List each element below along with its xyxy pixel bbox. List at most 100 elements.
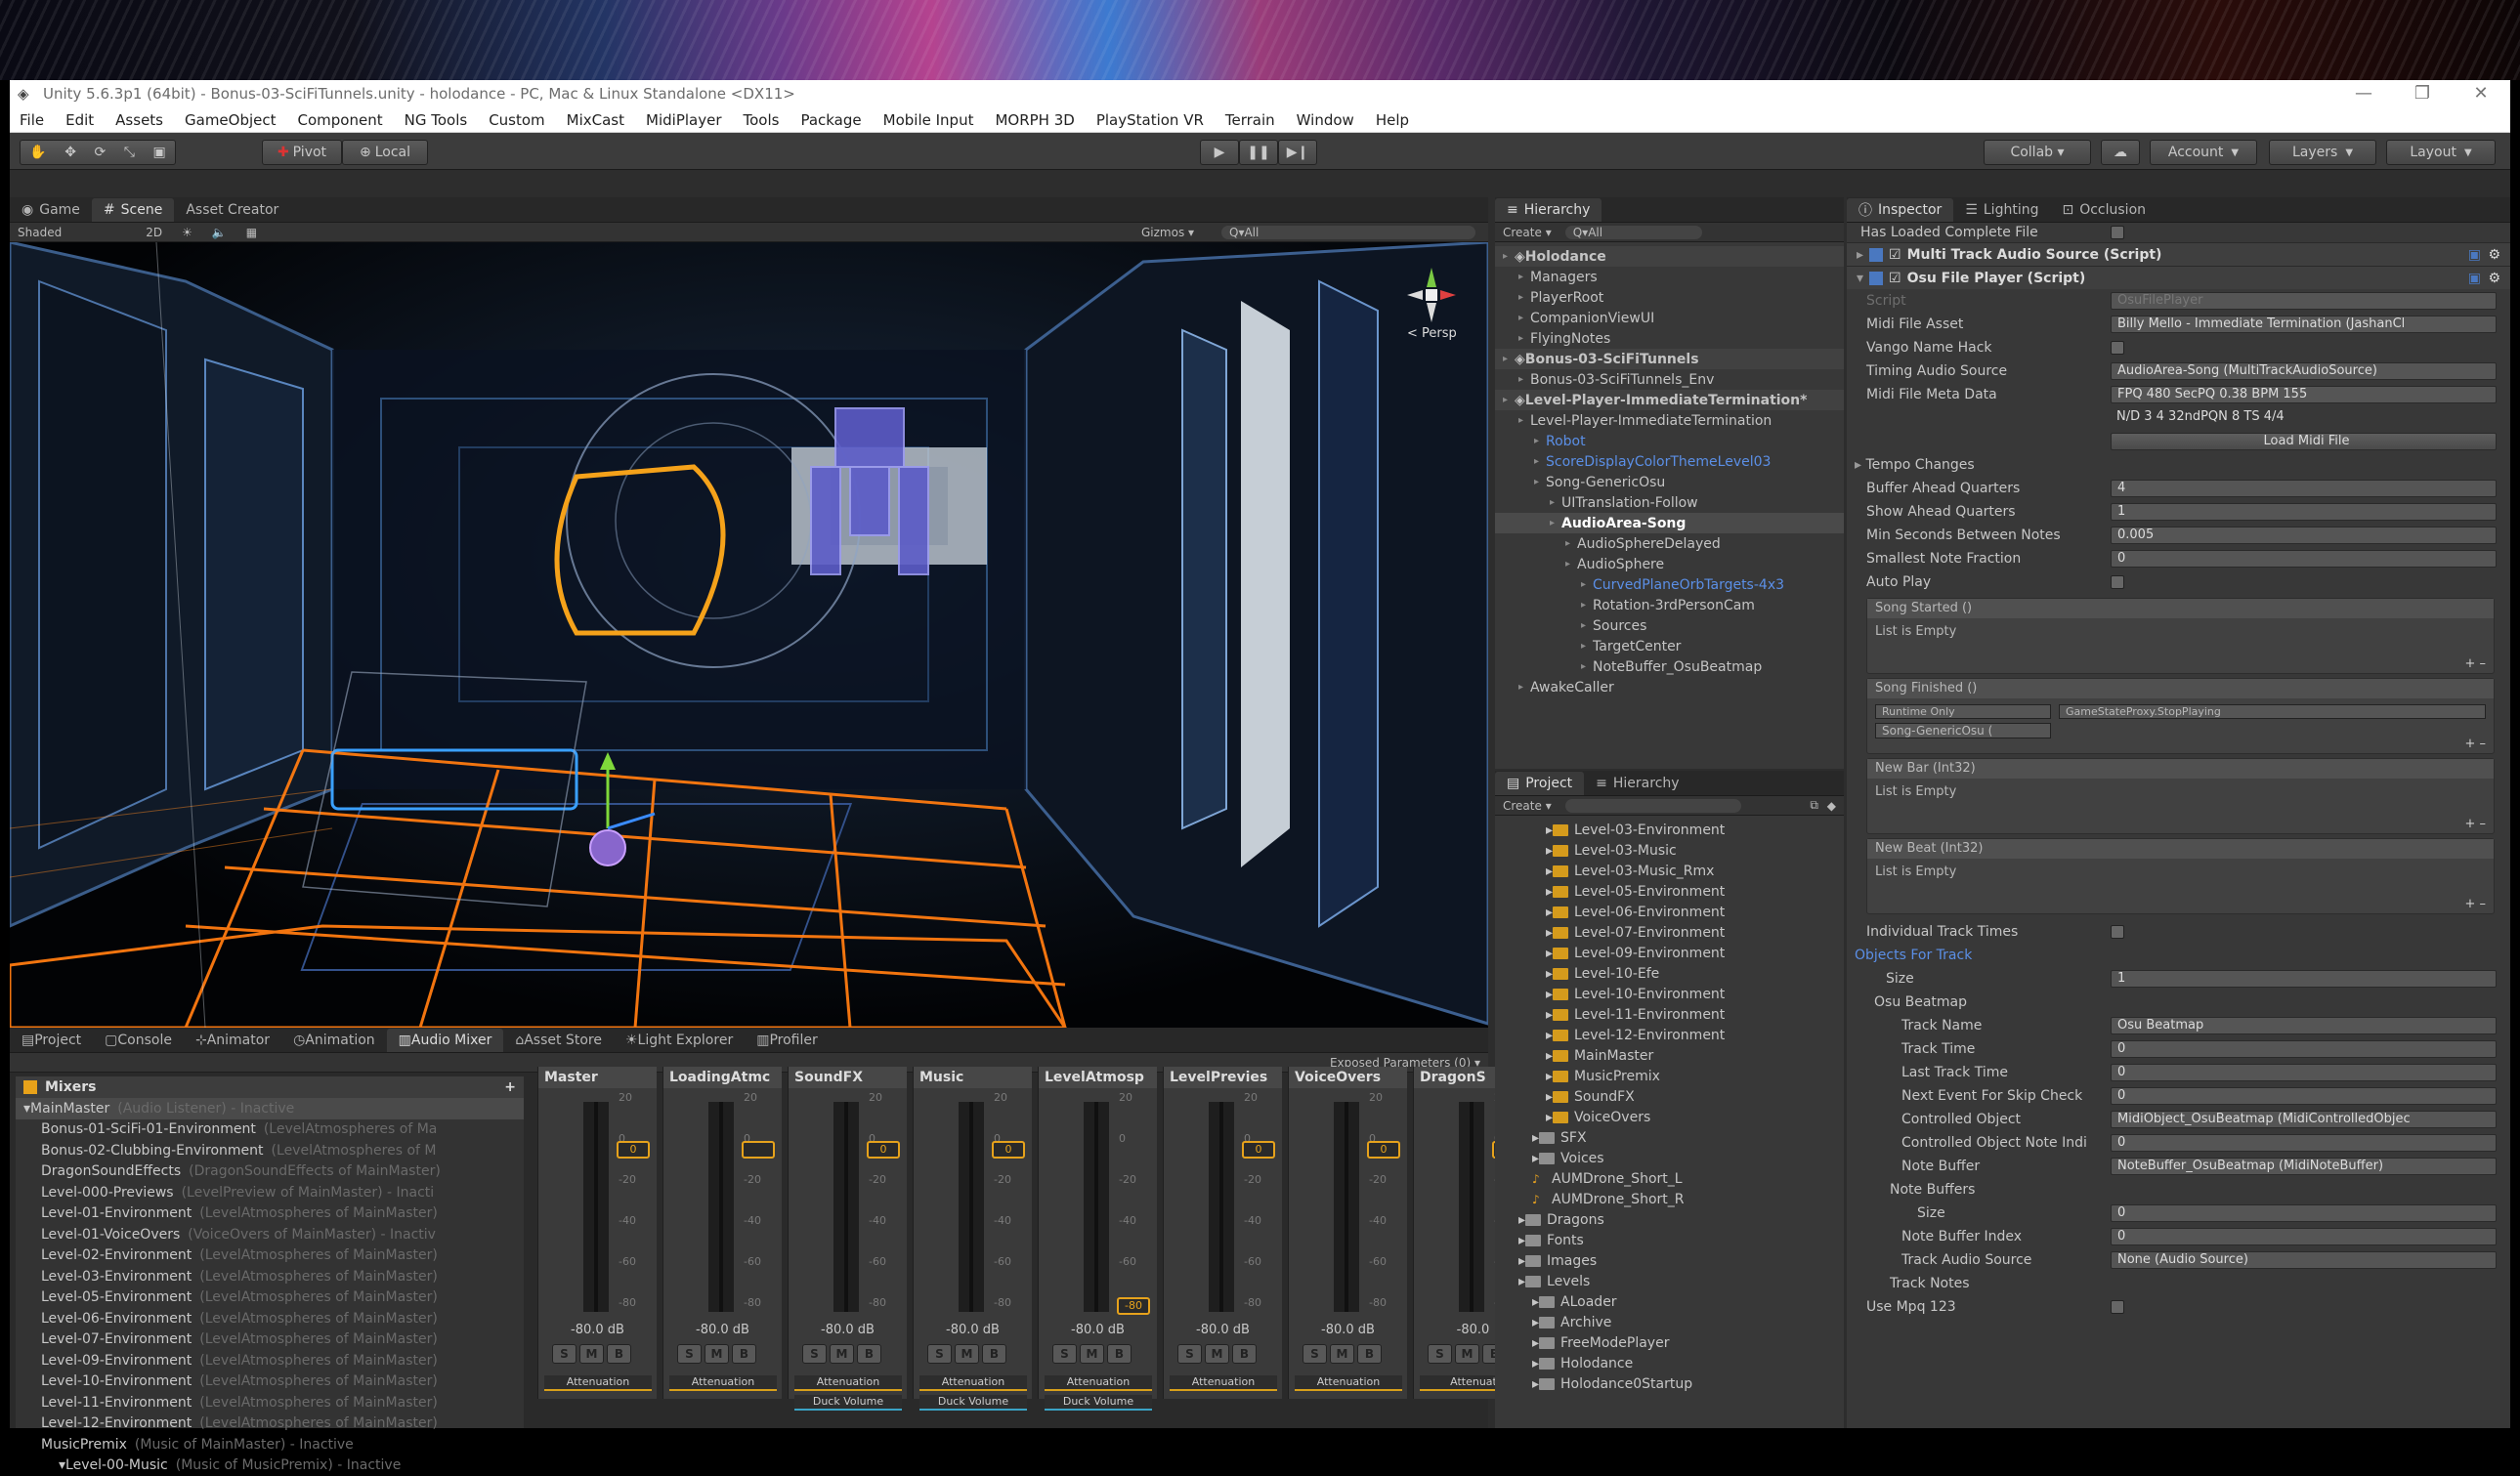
mixer-row[interactable]: Level-12-Environment(LevelAtmospheres of… (16, 1413, 524, 1435)
mixer-strip-master[interactable]: Master200-20-40-60-800-80.0 dBSMBAttenua… (537, 1067, 657, 1399)
settings-gear-icon[interactable]: ⚙ (2488, 271, 2500, 286)
project-item[interactable]: ▸ Level-11-Environment (1495, 1004, 1844, 1025)
field-value[interactable]: 4 (2111, 480, 2497, 497)
field-value[interactable]: 0.005 (2111, 527, 2497, 544)
account-dropdown[interactable]: Account▼ (2150, 140, 2257, 165)
field-value[interactable]: FPQ 480 SecPQ 0.38 BPM 155 (2111, 386, 2497, 403)
tab-occlusion[interactable]: ⊡Occlusion (2050, 198, 2157, 222)
project-item[interactable]: ▸ ALoader (1495, 1291, 1844, 1312)
layers-dropdown[interactable]: Layers▼ (2269, 140, 2376, 165)
hierarchy-create-dropdown[interactable]: Create ▾ (1503, 226, 1552, 239)
mute-button[interactable]: M (1330, 1344, 1354, 1364)
remove-listener-icon[interactable]: – (2480, 817, 2487, 831)
mute-button[interactable]: M (830, 1344, 854, 1364)
field-value[interactable]: 0 (2111, 1087, 2497, 1105)
cloud-button[interactable]: ☁ (2101, 140, 2140, 165)
mixer-row[interactable]: Level-01-VoiceOvers(VoiceOvers of MainMa… (16, 1224, 524, 1245)
solo-button[interactable]: S (552, 1344, 577, 1364)
close-button[interactable]: ✕ (2452, 80, 2510, 107)
effect-slot[interactable]: Attenuation (794, 1375, 902, 1391)
effect-slot[interactable]: Duck Volume (794, 1395, 902, 1411)
field-checkbox[interactable] (2111, 341, 2124, 355)
solo-button[interactable]: S (1177, 1344, 1202, 1364)
collab-button[interactable]: Collab ▾ (1984, 140, 2091, 165)
help-icon[interactable]: ▣ (2468, 247, 2481, 263)
menu-help[interactable]: Help (1376, 111, 1409, 129)
pause-button[interactable]: ❚❚ (1239, 140, 1278, 165)
mute-button[interactable]: M (705, 1344, 729, 1364)
project-item[interactable]: ▸ Levels (1495, 1271, 1844, 1291)
hierarchy-item[interactable]: ▸NoteBuffer_OsuBeatmap (1495, 656, 1844, 677)
project-item[interactable]: ▸ Level-03-Environment (1495, 820, 1844, 840)
tab-project[interactable]: ▤Project (1495, 772, 1584, 795)
solo-button[interactable]: S (1303, 1344, 1327, 1364)
load-midi-file-button[interactable]: Load Midi File (2111, 433, 2497, 450)
add-listener-icon[interactable]: + (2464, 656, 2479, 671)
volume-fader[interactable]: 0 (867, 1141, 900, 1159)
menu-midiplayer[interactable]: MidiPlayer (646, 111, 721, 129)
mixer-row[interactable]: ▾ MainMaster(Audio Listener) - Inactive (16, 1098, 524, 1119)
hierarchy-item[interactable]: ▸FlyingNotes (1495, 328, 1844, 349)
tab-scene[interactable]: #Scene (92, 198, 174, 222)
menu-terrain[interactable]: Terrain (1225, 111, 1275, 129)
project-search-input[interactable] (1565, 799, 1741, 813)
hierarchy-item[interactable]: ▸Rotation-3rdPersonCam (1495, 595, 1844, 615)
layout-dropdown[interactable]: Layout▼ (2386, 140, 2496, 165)
has-loaded-checkbox[interactable] (2111, 226, 2124, 239)
tab-audio-mixer[interactable]: ▥ Audio Mixer (387, 1029, 504, 1052)
2d-toggle[interactable]: 2D (146, 226, 162, 239)
rect-tool-icon[interactable]: ▣ (153, 145, 166, 160)
play-button[interactable]: ▶ (1200, 140, 1239, 165)
hierarchy-item[interactable]: ▸Bonus-03-SciFiTunnels_Env (1495, 369, 1844, 390)
bypass-button[interactable]: B (1232, 1344, 1257, 1364)
mute-button[interactable]: M (955, 1344, 979, 1364)
mute-button[interactable]: M (579, 1344, 604, 1364)
mixer-strip-voiceovers[interactable]: VoiceOvers200-20-40-60-800-80.0 dBSMBAtt… (1288, 1067, 1407, 1399)
project-item[interactable]: ▸ SoundFX (1495, 1086, 1844, 1107)
mixer-row[interactable]: Bonus-02-Clubbing-Environment(LevelAtmos… (16, 1140, 524, 1161)
project-item[interactable]: ▸ MainMaster (1495, 1045, 1844, 1066)
tab-asset-store[interactable]: ⌂ Asset Store (503, 1029, 614, 1052)
effect-slot[interactable]: Attenuation (1045, 1375, 1152, 1391)
menu-tools[interactable]: Tools (744, 111, 780, 129)
bypass-button[interactable]: B (1357, 1344, 1382, 1364)
project-create-dropdown[interactable]: Create ▾ (1503, 799, 1552, 813)
hierarchy-item[interactable]: ▸AudioSphereDelayed (1495, 533, 1844, 554)
project-item[interactable]: ▸ Level-03-Music_Rmx (1495, 861, 1844, 881)
project-item[interactable]: ▸ Images (1495, 1250, 1844, 1271)
tab-hierarchy[interactable]: ≡Hierarchy (1495, 198, 1602, 222)
mixer-row[interactable]: Bonus-01-SciFi-01-Environment(LevelAtmos… (16, 1119, 524, 1141)
mute-button[interactable]: M (1455, 1344, 1479, 1364)
tab-asset-creator[interactable]: Asset Creator (174, 198, 290, 222)
mixer-row[interactable]: DragonSoundEffects(DragonSoundEffects of… (16, 1161, 524, 1183)
menu-morph-3d[interactable]: MORPH 3D (995, 111, 1074, 129)
mixer-row[interactable]: Level-000-Previews(LevelPreview of MainM… (16, 1182, 524, 1203)
project-item[interactable]: ▸ Holodance0Startup (1495, 1373, 1844, 1394)
mixer-strip-soundfx[interactable]: SoundFX200-20-40-60-800-80.0 dBSMBAttenu… (788, 1067, 907, 1399)
mixer-row[interactable]: Level-07-Environment(LevelAtmospheres of… (16, 1329, 524, 1351)
project-item[interactable]: ▸ VoiceOvers (1495, 1107, 1844, 1127)
field-value[interactable]: 0 (2111, 1064, 2497, 1081)
mixer-row[interactable]: Level-01-Environment(LevelAtmospheres of… (16, 1203, 524, 1225)
move-tool-icon[interactable]: ✥ (64, 145, 76, 160)
volume-fader[interactable]: 0 (1242, 1141, 1275, 1159)
local-toggle[interactable]: ⊕Local (342, 140, 428, 165)
hierarchy-item[interactable]: ▸Managers (1495, 267, 1844, 287)
project-item[interactable]: ▸ Level-05-Environment (1495, 881, 1844, 902)
filter-label-icon[interactable]: ◆ (1827, 799, 1836, 813)
effect-slot[interactable]: Duck Volume (919, 1395, 1027, 1411)
hierarchy-item[interactable]: ▸PlayerRoot (1495, 287, 1844, 308)
scene-viewport[interactable]: < Persp (10, 242, 1488, 1028)
enabled-checkbox[interactable]: ☑ (1889, 247, 1901, 263)
menu-assets[interactable]: Assets (115, 111, 163, 129)
solo-button[interactable]: S (802, 1344, 827, 1364)
bypass-button[interactable]: B (982, 1344, 1006, 1364)
effect-slot[interactable]: Attenuation (1170, 1375, 1277, 1391)
hierarchy-item[interactable]: ▸AudioArea-Song (1495, 513, 1844, 533)
add-listener-icon[interactable]: + (2464, 817, 2479, 831)
mixer-row[interactable]: Level-11-Environment(LevelAtmospheres of… (16, 1392, 524, 1413)
solo-button[interactable]: S (1052, 1344, 1077, 1364)
hierarchy-item[interactable]: ▸AwakeCaller (1495, 677, 1844, 697)
enabled-checkbox[interactable]: ☑ (1889, 271, 1901, 286)
field-value[interactable]: 0 (2111, 1204, 2497, 1222)
